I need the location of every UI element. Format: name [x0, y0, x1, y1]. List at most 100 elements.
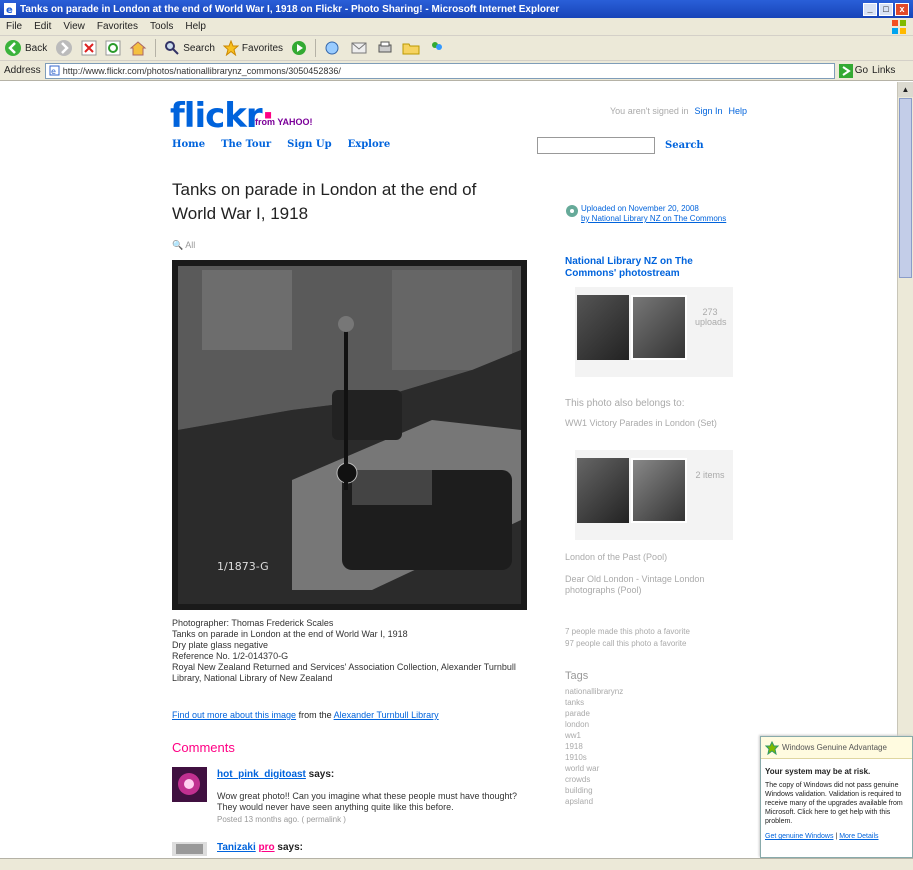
group-pool-link[interactable]: Dear Old London - Vintage London photogr…	[565, 574, 735, 596]
wga-warning: Your system may be at risk.	[765, 767, 871, 776]
current-thumbnail[interactable]	[631, 295, 687, 360]
people-line[interactable]: 97 people call this photo a favorite	[565, 638, 690, 650]
comment-author-link[interactable]: Tanizaki	[217, 842, 256, 853]
flickr-logo[interactable]: flickr·	[170, 96, 275, 136]
set-title[interactable]: WW1 Victory Parades in London (Set)	[565, 418, 735, 429]
tag-item[interactable]: crowds	[565, 774, 623, 785]
nav-explore[interactable]: Explore	[348, 139, 391, 150]
photo-tools[interactable]: 🔍 All	[172, 240, 195, 251]
tag-item[interactable]: world war	[565, 763, 623, 774]
tag-item[interactable]: apsland	[565, 796, 623, 807]
scroll-up-button[interactable]: ▲	[898, 82, 913, 97]
tag-item[interactable]: parade	[565, 708, 623, 719]
people-line[interactable]: 7 people made this photo a favorite	[565, 626, 690, 638]
search-input[interactable]	[537, 137, 655, 154]
search-submit-button[interactable]: Search	[665, 140, 704, 151]
go-button[interactable]: Go	[838, 63, 868, 78]
tag-item[interactable]: 1918	[565, 741, 623, 752]
main-photo[interactable]: 1/1873-G	[172, 260, 527, 610]
minimize-button[interactable]: _	[863, 2, 877, 16]
prev-thumbnail[interactable]	[577, 458, 629, 523]
nav-home[interactable]: Home	[172, 139, 205, 150]
nav-tour[interactable]: The Tour	[221, 139, 271, 150]
comments-heading: Comments	[172, 740, 235, 755]
commons-icon	[565, 204, 579, 218]
nav-signup[interactable]: Sign Up	[287, 139, 331, 150]
menu-view[interactable]: View	[63, 21, 85, 32]
stop-button[interactable]	[81, 40, 97, 56]
menu-bar: File Edit View Favorites Tools Help	[0, 18, 913, 36]
windows-logo-icon	[891, 19, 907, 35]
wga-notification[interactable]: Windows Genuine Advantage Your system ma…	[760, 736, 913, 858]
sign-in-link[interactable]: Sign In	[694, 106, 722, 116]
caption-line: Dry plate glass negative	[172, 640, 269, 650]
messenger-button[interactable]	[428, 40, 446, 56]
home-button[interactable]	[129, 40, 147, 56]
menu-edit[interactable]: Edit	[34, 21, 51, 32]
negative-number: 1/1873-G	[217, 560, 269, 573]
tag-item[interactable]: tanks	[565, 697, 623, 708]
favorites-button[interactable]: Favorites	[222, 40, 283, 56]
tag-item[interactable]: building	[565, 785, 623, 796]
address-bar: Address e http://www.flickr.com/photos/n…	[0, 61, 913, 81]
menu-favorites[interactable]: Favorites	[97, 21, 138, 32]
signed-out-notice: You aren't signed in	[610, 106, 689, 116]
mail-button[interactable]	[350, 40, 368, 56]
more-details-link[interactable]: More Details	[839, 833, 878, 840]
media-button[interactable]	[291, 40, 307, 56]
tag-item[interactable]: london	[565, 719, 623, 730]
tag-item[interactable]: nationallibrarynz	[565, 686, 623, 697]
current-thumbnail[interactable]	[631, 458, 687, 523]
toolbar: Back Search Favorites	[0, 36, 913, 61]
photostream-count: 273 uploads	[695, 307, 727, 327]
logo-text: flickr	[170, 96, 263, 136]
maximize-button[interactable]: □	[879, 2, 893, 16]
svg-text:e: e	[6, 5, 13, 15]
tag-item[interactable]: ww1	[565, 730, 623, 741]
pro-badge[interactable]: pro	[259, 842, 275, 853]
forward-button[interactable]	[55, 39, 73, 57]
find-out-more-link[interactable]: Find out more about this image	[172, 710, 296, 720]
search-button[interactable]: Search	[164, 40, 215, 56]
go-arrow-icon	[838, 63, 853, 78]
comment: hot_pink_digitoast says: Wow great photo…	[172, 767, 532, 827]
menu-file[interactable]: File	[6, 21, 22, 32]
back-arrow-icon	[5, 40, 21, 56]
caption-line: Tanks on parade in London at the end of …	[172, 629, 408, 639]
toolbar-separator	[315, 39, 317, 57]
print-button[interactable]	[376, 40, 394, 56]
address-input[interactable]: e http://www.flickr.com/photos/nationall…	[44, 62, 835, 79]
wga-title: Windows Genuine Advantage	[782, 743, 887, 752]
toolbar-separator	[155, 39, 157, 57]
history-icon	[325, 41, 339, 55]
menu-tools[interactable]: Tools	[150, 21, 173, 32]
comment-author-link[interactable]: hot_pink_digitoast	[217, 769, 306, 780]
folder-button[interactable]	[402, 40, 420, 56]
avatar[interactable]	[172, 767, 207, 802]
caption-line: Library, National Library of New Zealand	[172, 673, 333, 683]
uploader-link[interactable]: by National Library NZ on The Commons	[581, 214, 735, 224]
scroll-thumb[interactable]	[899, 98, 912, 278]
comment-author-line: hot_pink_digitoast says:	[217, 769, 334, 780]
forward-arrow-icon	[56, 40, 73, 56]
prev-thumbnail[interactable]	[577, 295, 629, 360]
back-button[interactable]: Back	[4, 39, 47, 57]
photostream-title[interactable]: National Library NZ on The Commons' phot…	[565, 256, 735, 280]
avatar[interactable]	[172, 842, 207, 856]
close-button[interactable]: x	[895, 2, 909, 16]
history-button[interactable]	[324, 40, 342, 56]
comment-meta[interactable]: Posted 13 months ago. ( permalink )	[217, 815, 346, 824]
uploaded-date[interactable]: Uploaded on November 20, 2008	[581, 204, 735, 214]
links-button[interactable]: Links	[872, 65, 895, 76]
set-nav: 2 items	[575, 450, 733, 540]
comment: Tanizaki pro says:	[172, 842, 532, 858]
help-link[interactable]: Help	[728, 106, 747, 116]
menu-help[interactable]: Help	[185, 21, 206, 32]
get-genuine-link[interactable]: Get genuine Windows	[765, 833, 833, 840]
library-link[interactable]: Alexander Turnbull Library	[334, 710, 439, 720]
tag-item[interactable]: 1910s	[565, 752, 623, 763]
group-pool-link[interactable]: London of the Past (Pool)	[565, 552, 735, 563]
search-icon	[165, 41, 179, 55]
caption-line: Royal New Zealand Returned and Services'…	[172, 662, 516, 672]
refresh-button[interactable]	[105, 40, 121, 56]
